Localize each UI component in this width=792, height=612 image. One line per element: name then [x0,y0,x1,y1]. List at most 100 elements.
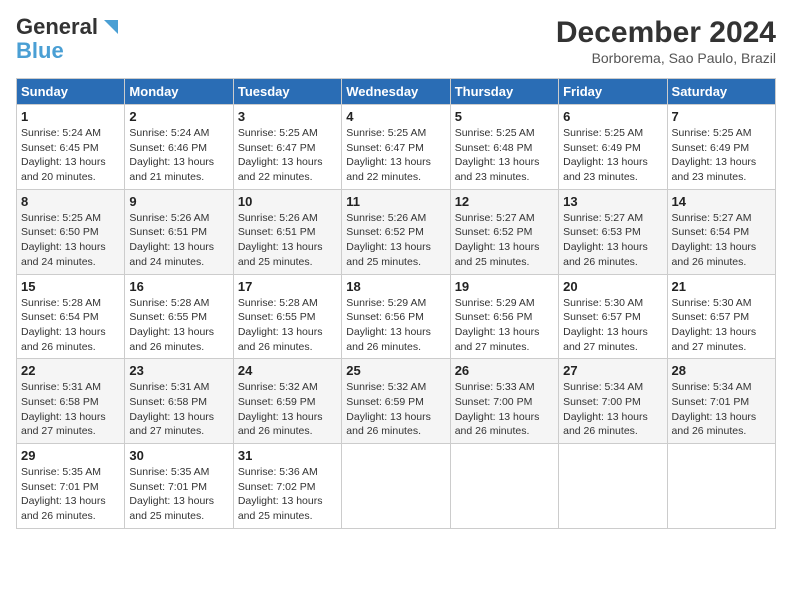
day-number: 3 [238,109,337,124]
calendar-subtitle: Borborema, Sao Paulo, Brazil [556,50,776,66]
calendar-day-cell [559,444,667,529]
day-number: 15 [21,279,120,294]
day-number: 31 [238,448,337,463]
day-number: 11 [346,194,445,209]
calendar-day-cell: 1 Sunrise: 5:24 AM Sunset: 6:45 PM Daylig… [17,105,125,190]
calendar-day-cell: 30 Sunrise: 5:35 AM Sunset: 7:01 PM Dayli… [125,444,233,529]
day-info: Sunrise: 5:25 AM Sunset: 6:49 PM Dayligh… [563,126,662,185]
logo: General Blue [16,16,122,64]
day-info: Sunrise: 5:28 AM Sunset: 6:54 PM Dayligh… [21,296,120,355]
day-info: Sunrise: 5:26 AM Sunset: 6:51 PM Dayligh… [238,211,337,270]
day-info: Sunrise: 5:30 AM Sunset: 6:57 PM Dayligh… [672,296,771,355]
day-info: Sunrise: 5:25 AM Sunset: 6:50 PM Dayligh… [21,211,120,270]
calendar-day-cell: 9 Sunrise: 5:26 AM Sunset: 6:51 PM Daylig… [125,189,233,274]
day-info: Sunrise: 5:24 AM Sunset: 6:45 PM Dayligh… [21,126,120,185]
calendar-day-cell: 31Sunrise: 5:36 AM Sunset: 7:02 PM Dayli… [233,444,341,529]
day-info: Sunrise: 5:25 AM Sunset: 6:48 PM Dayligh… [455,126,554,185]
day-number: 7 [672,109,771,124]
day-info: Sunrise: 5:27 AM Sunset: 6:52 PM Dayligh… [455,211,554,270]
day-info: Sunrise: 5:27 AM Sunset: 6:53 PM Dayligh… [563,211,662,270]
day-info: Sunrise: 5:28 AM Sunset: 6:55 PM Dayligh… [238,296,337,355]
calendar-day-cell [342,444,450,529]
day-number: 18 [346,279,445,294]
day-info: Sunrise: 5:33 AM Sunset: 7:00 PM Dayligh… [455,380,554,439]
day-number: 26 [455,363,554,378]
day-of-week-header: Tuesday [233,79,341,105]
logo-text-general: General [16,16,98,38]
day-info: Sunrise: 5:25 AM Sunset: 6:47 PM Dayligh… [346,126,445,185]
day-info: Sunrise: 5:25 AM Sunset: 6:47 PM Dayligh… [238,126,337,185]
calendar-day-cell: 10 Sunrise: 5:26 AM Sunset: 6:51 PM Dayli… [233,189,341,274]
page-header: General Blue December 2024 Borborema, Sa… [16,16,776,66]
day-number: 2 [129,109,228,124]
day-number: 24 [238,363,337,378]
calendar-day-cell: 7 Sunrise: 5:25 AM Sunset: 6:49 PM Daylig… [667,105,775,190]
day-info: Sunrise: 5:31 AM Sunset: 6:58 PM Dayligh… [129,380,228,439]
day-number: 6 [563,109,662,124]
calendar-day-cell: 21 Sunrise: 5:30 AM Sunset: 6:57 PM Dayli… [667,274,775,359]
calendar-day-cell: 25Sunrise: 5:32 AM Sunset: 6:59 PM Dayli… [342,359,450,444]
day-number: 27 [563,363,662,378]
day-info: Sunrise: 5:26 AM Sunset: 6:52 PM Dayligh… [346,211,445,270]
day-info: Sunrise: 5:35 AM Sunset: 7:01 PM Dayligh… [21,465,120,524]
day-of-week-header: Thursday [450,79,558,105]
day-number: 20 [563,279,662,294]
calendar-day-cell: 27Sunrise: 5:34 AM Sunset: 7:00 PM Dayli… [559,359,667,444]
calendar-week-row: 1 Sunrise: 5:24 AM Sunset: 6:45 PM Daylig… [17,105,776,190]
day-number: 16 [129,279,228,294]
day-number: 8 [21,194,120,209]
calendar-day-cell: 12 Sunrise: 5:27 AM Sunset: 6:52 PM Dayli… [450,189,558,274]
day-info: Sunrise: 5:30 AM Sunset: 6:57 PM Dayligh… [563,296,662,355]
calendar-header-row: SundayMondayTuesdayWednesdayThursdayFrid… [17,79,776,105]
day-info: Sunrise: 5:24 AM Sunset: 6:46 PM Dayligh… [129,126,228,185]
calendar-day-cell: 20 Sunrise: 5:30 AM Sunset: 6:57 PM Dayli… [559,274,667,359]
day-number: 21 [672,279,771,294]
day-info: Sunrise: 5:29 AM Sunset: 6:56 PM Dayligh… [346,296,445,355]
day-number: 30 [129,448,228,463]
title-block: December 2024 Borborema, Sao Paulo, Braz… [556,16,776,66]
day-of-week-header: Friday [559,79,667,105]
day-number: 10 [238,194,337,209]
day-number: 9 [129,194,228,209]
day-info: Sunrise: 5:28 AM Sunset: 6:55 PM Dayligh… [129,296,228,355]
calendar-day-cell: 3 Sunrise: 5:25 AM Sunset: 6:47 PM Daylig… [233,105,341,190]
day-number: 29 [21,448,120,463]
logo-arrow-icon [100,16,122,38]
calendar-day-cell: 14Sunrise: 5:27 AM Sunset: 6:54 PM Dayli… [667,189,775,274]
day-of-week-header: Saturday [667,79,775,105]
calendar-day-cell: 19Sunrise: 5:29 AM Sunset: 6:56 PM Dayli… [450,274,558,359]
day-number: 12 [455,194,554,209]
calendar-day-cell: 5 Sunrise: 5:25 AM Sunset: 6:48 PM Daylig… [450,105,558,190]
day-of-week-header: Sunday [17,79,125,105]
calendar-week-row: 8 Sunrise: 5:25 AM Sunset: 6:50 PM Daylig… [17,189,776,274]
calendar-day-cell [450,444,558,529]
calendar-title: December 2024 [556,16,776,50]
day-info: Sunrise: 5:31 AM Sunset: 6:58 PM Dayligh… [21,380,120,439]
calendar-week-row: 15 Sunrise: 5:28 AM Sunset: 6:54 PM Dayli… [17,274,776,359]
calendar-day-cell [667,444,775,529]
calendar-day-cell: 6 Sunrise: 5:25 AM Sunset: 6:49 PM Daylig… [559,105,667,190]
calendar-day-cell: 11 Sunrise: 5:26 AM Sunset: 6:52 PM Dayli… [342,189,450,274]
day-info: Sunrise: 5:32 AM Sunset: 6:59 PM Dayligh… [238,380,337,439]
calendar-day-cell: 23 Sunrise: 5:31 AM Sunset: 6:58 PM Dayli… [125,359,233,444]
day-number: 1 [21,109,120,124]
calendar-week-row: 22Sunrise: 5:31 AM Sunset: 6:58 PM Dayli… [17,359,776,444]
day-info: Sunrise: 5:32 AM Sunset: 6:59 PM Dayligh… [346,380,445,439]
calendar-day-cell: 17 Sunrise: 5:28 AM Sunset: 6:55 PM Dayli… [233,274,341,359]
logo-text-blue: Blue [16,38,64,63]
calendar-day-cell: 26 Sunrise: 5:33 AM Sunset: 7:00 PM Dayli… [450,359,558,444]
day-info: Sunrise: 5:35 AM Sunset: 7:01 PM Dayligh… [129,465,228,524]
calendar-day-cell: 13 Sunrise: 5:27 AM Sunset: 6:53 PM Dayli… [559,189,667,274]
calendar-table: SundayMondayTuesdayWednesdayThursdayFrid… [16,78,776,529]
day-number: 23 [129,363,228,378]
day-number: 17 [238,279,337,294]
calendar-day-cell: 28Sunrise: 5:34 AM Sunset: 7:01 PM Dayli… [667,359,775,444]
calendar-day-cell: 16 Sunrise: 5:28 AM Sunset: 6:55 PM Dayli… [125,274,233,359]
day-of-week-header: Wednesday [342,79,450,105]
calendar-day-cell: 18 Sunrise: 5:29 AM Sunset: 6:56 PM Dayli… [342,274,450,359]
calendar-day-cell: 24 Sunrise: 5:32 AM Sunset: 6:59 PM Dayli… [233,359,341,444]
day-number: 13 [563,194,662,209]
day-info: Sunrise: 5:25 AM Sunset: 6:49 PM Dayligh… [672,126,771,185]
day-info: Sunrise: 5:26 AM Sunset: 6:51 PM Dayligh… [129,211,228,270]
day-number: 5 [455,109,554,124]
